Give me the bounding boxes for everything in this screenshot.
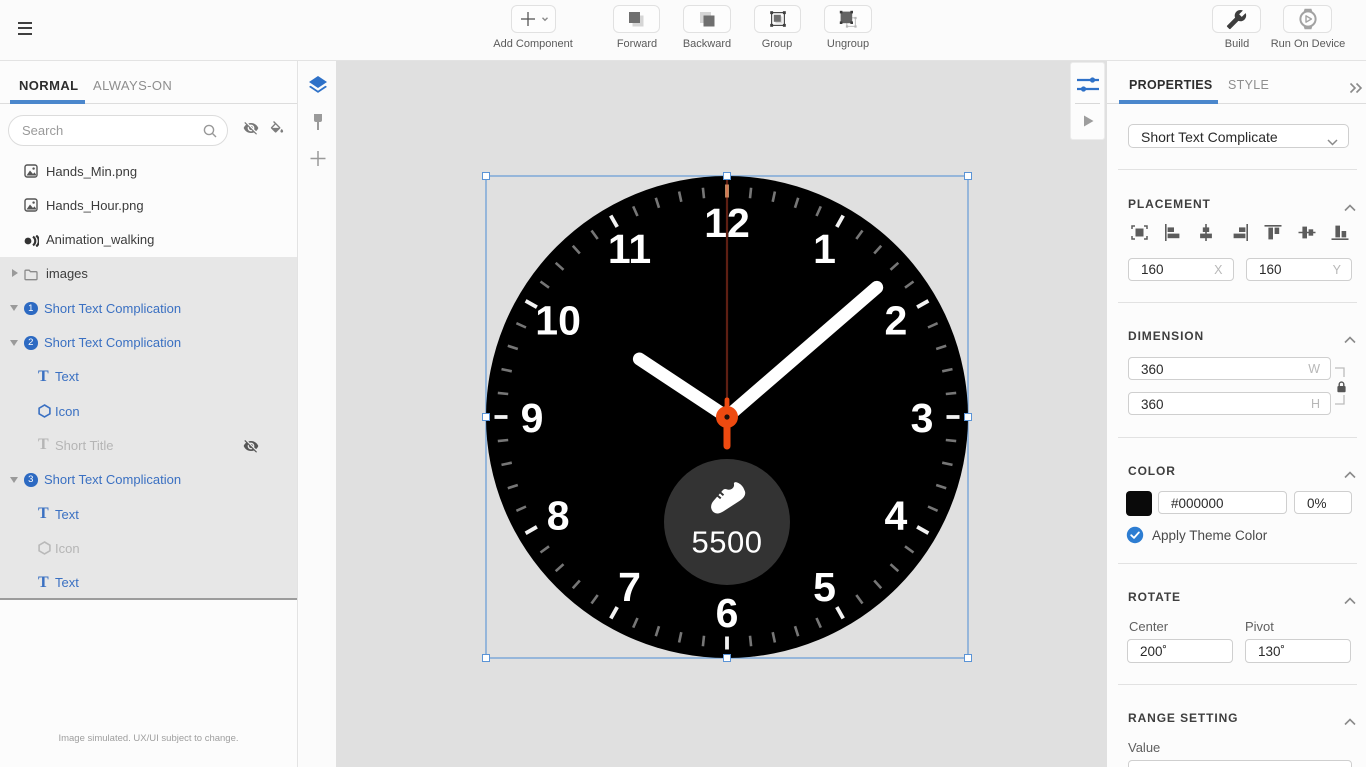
svg-text:8: 8 [547,493,570,539]
svg-text:5500: 5500 [692,525,763,560]
svg-text:5: 5 [813,564,836,610]
svg-text:9: 9 [521,395,544,441]
svg-text:10: 10 [535,298,581,344]
svg-text:2: 2 [884,298,907,344]
svg-text:4: 4 [884,493,907,539]
svg-text:7: 7 [618,564,641,610]
svg-text:11: 11 [608,226,651,272]
svg-text:6: 6 [716,590,739,636]
svg-text:1: 1 [813,226,836,272]
svg-text:3: 3 [911,395,934,441]
